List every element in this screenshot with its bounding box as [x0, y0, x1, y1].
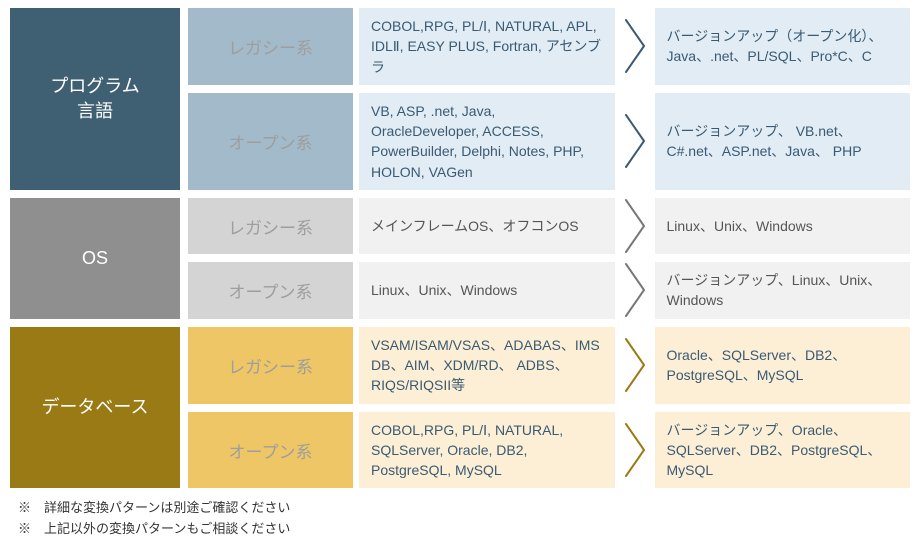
conversion-diagram: プログラム 言語レガシー系COBOL,RPG, PL/Ⅰ, NATURAL, A… [10, 8, 910, 488]
from-cell: メインフレームOS、オフコンOS [359, 198, 615, 254]
from-cell: COBOL,RPG, PL/Ⅰ, NATURAL, SQLServer, Ora… [359, 412, 615, 489]
sub-label: レガシー系 [188, 327, 353, 404]
category-body-os: レガシー系メインフレームOS、オフコンOS Linux、Unix、Windows… [188, 198, 910, 319]
category-label-prog: プログラム 言語 [10, 8, 180, 190]
to-cell: Linux、Unix、Windows [655, 198, 911, 254]
footnote-line: ※ 詳細な変換パターンは別途ご確認ください [18, 498, 910, 519]
category-row-os: OSレガシー系メインフレームOS、オフコンOS Linux、Unix、Windo… [10, 198, 910, 319]
category-body-prog: レガシー系COBOL,RPG, PL/Ⅰ, NATURAL, APL, IDLⅡ… [188, 8, 910, 190]
category-row-db: データベースレガシー系VSAM/ISAM/VSAS、ADABAS、IMS DB、… [10, 327, 910, 489]
category-row-prog: プログラム 言語レガシー系COBOL,RPG, PL/Ⅰ, NATURAL, A… [10, 8, 910, 190]
to-cell: バージョンアップ、Linux、Unix、Windows [655, 262, 911, 319]
sub-label: オープン系 [188, 93, 353, 190]
footnotes: ※ 詳細な変換パターンは別途ご確認ください※ 上記以外の変換パターンもご相談くだ… [10, 498, 910, 540]
from-cell: VB, ASP, .net, Java, OracleDeveloper, AC… [359, 93, 615, 190]
arrow-icon [621, 8, 649, 85]
sub-row: レガシー系VSAM/ISAM/VSAS、ADABAS、IMS DB、AIM、XD… [188, 327, 910, 404]
footnote-line: ※ 上記以外の変換パターンもご相談ください [18, 519, 910, 540]
sub-row: レガシー系COBOL,RPG, PL/Ⅰ, NATURAL, APL, IDLⅡ… [188, 8, 910, 85]
sub-label: レガシー系 [188, 198, 353, 254]
to-cell: バージョンアップ（オープン化）、Java、.net、PL/SQL、Pro*C、C [655, 8, 911, 85]
arrow-icon [621, 93, 649, 190]
to-cell: Oracle、SQLServer、DB2、PostgreSQL、MySQL [655, 327, 911, 404]
from-cell: COBOL,RPG, PL/Ⅰ, NATURAL, APL, IDLⅡ, EAS… [359, 8, 615, 85]
arrow-icon [621, 198, 649, 254]
arrow-icon [621, 327, 649, 404]
arrow-icon [621, 412, 649, 489]
sub-row: オープン系VB, ASP, .net, Java, OracleDevelope… [188, 93, 910, 190]
to-cell: バージョンアップ、 VB.net、C#.net、ASP.net、Java、 PH… [655, 93, 911, 190]
sub-label: オープン系 [188, 412, 353, 489]
sub-row: レガシー系メインフレームOS、オフコンOS Linux、Unix、Windows [188, 198, 910, 254]
from-cell: Linux、Unix、Windows [359, 262, 615, 319]
sub-label: オープン系 [188, 262, 353, 319]
sub-row: オープン系COBOL,RPG, PL/Ⅰ, NATURAL, SQLServer… [188, 412, 910, 489]
category-label-os: OS [10, 198, 180, 319]
from-cell: VSAM/ISAM/VSAS、ADABAS、IMS DB、AIM、XDM/RD、… [359, 327, 615, 404]
category-label-db: データベース [10, 327, 180, 489]
sub-label: レガシー系 [188, 8, 353, 85]
to-cell: バージョンアップ、Oracle、SQLServer、DB2、PostgreSQL… [655, 412, 911, 489]
sub-row: オープン系Linux、Unix、Windows バージョンアップ、Linux、U… [188, 262, 910, 319]
category-body-db: レガシー系VSAM/ISAM/VSAS、ADABAS、IMS DB、AIM、XD… [188, 327, 910, 489]
arrow-icon [621, 262, 649, 319]
